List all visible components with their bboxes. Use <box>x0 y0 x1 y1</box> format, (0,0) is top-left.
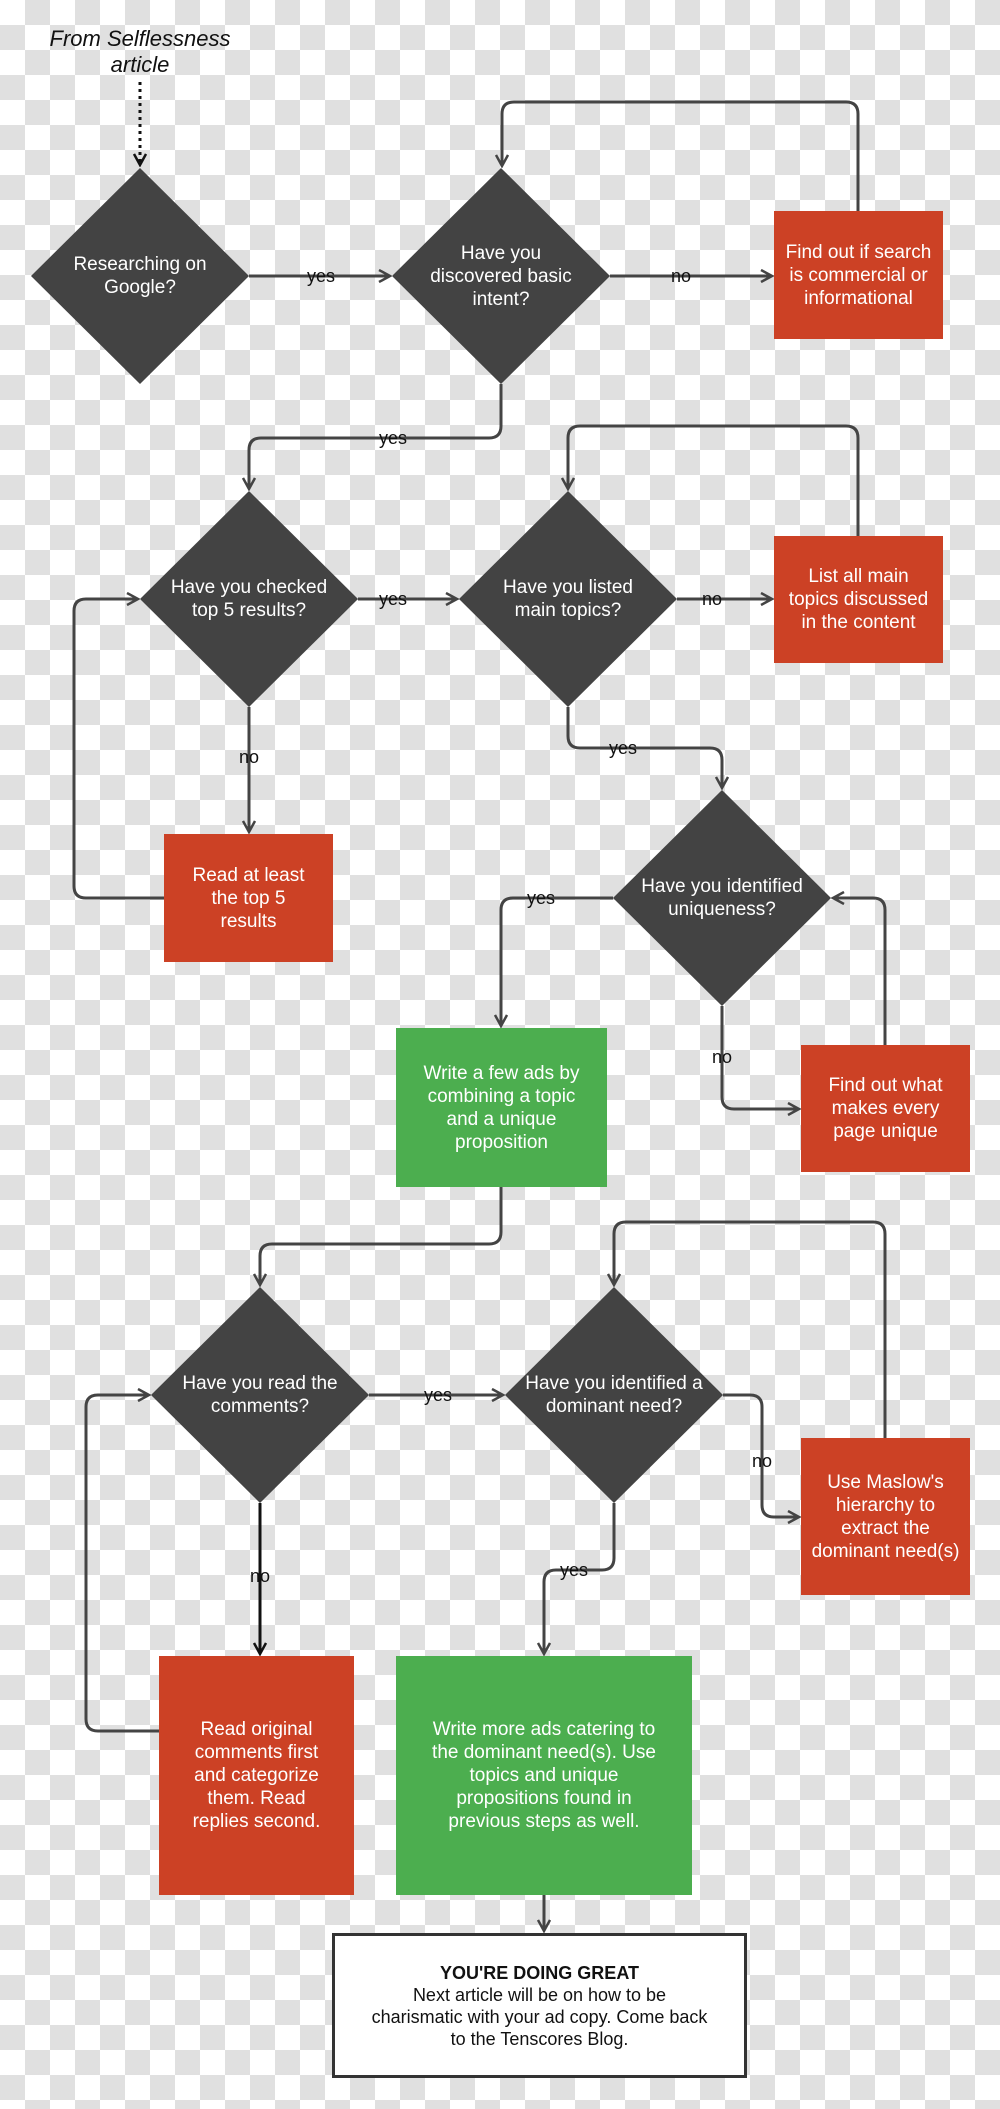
decision-topics: Have you listed main topics? <box>503 577 633 621</box>
label-google-intent-yes: yes <box>306 266 336 286</box>
decision-dominant: Have you identified a dominant need? <box>525 1373 703 1417</box>
label-top5-read-no: no <box>238 747 260 767</box>
decision-google: Researching on Google? <box>73 254 207 298</box>
decision-intent: Have you discovered basic intent? <box>430 242 572 310</box>
connector-listtopics-loop <box>568 424 860 536</box>
result-write-more-ads: Write more ads catering to the dominant … <box>396 1656 692 1895</box>
entry-caption-line2: article <box>110 52 170 77</box>
action-unique-page: Find out what makes every page unique <box>801 1045 970 1172</box>
connector-intent-top5 <box>249 384 503 489</box>
connector-readcomments-loop <box>84 1395 159 1733</box>
entry-caption: From Selflessness article <box>30 26 250 78</box>
result-write-ads: Write a few ads by combining a topic and… <box>396 1028 607 1187</box>
final-title: YOU'RE DOING GREAT <box>440 1962 639 1983</box>
action-read-top5: Read at least the top 5 results <box>164 834 333 962</box>
connector-uniqueness-writeads <box>501 896 613 1026</box>
action-list-topics: List all main topics discussed in the co… <box>774 536 943 663</box>
entry-caption-line1: From Selflessness <box>49 26 231 51</box>
label-dominant-writemore-yes: yes <box>559 1560 589 1580</box>
connector-commercial-loop <box>502 100 860 211</box>
decision-top5: Have you checked top 5 results? <box>170 577 328 621</box>
connector-uniqueness-uniquepage <box>720 1006 799 1109</box>
decision-comments: Have you read the comments? <box>182 1373 338 1417</box>
label-dominant-maslow-no: no <box>751 1451 773 1471</box>
connector-uniquepage-loop <box>833 898 887 1045</box>
label-intent-commercial-no: no <box>670 266 692 286</box>
action-commercial: Find out if search is commercial or info… <box>774 211 943 339</box>
action-maslow: Use Maslow's hierarchy to extract the do… <box>801 1438 970 1595</box>
label-comments-dominant-yes: yes <box>423 1385 453 1405</box>
label-uniqueness-uniquepage-no: no <box>711 1047 733 1067</box>
connector-read-loop <box>72 599 164 900</box>
label-uniqueness-writeads-yes: yes <box>526 888 556 908</box>
label-topics-listtopics-no: no <box>701 589 723 609</box>
connector-topics-uniqueness <box>566 707 722 788</box>
final-box: YOU'RE DOING GREAT Next article will be … <box>332 1933 747 2078</box>
decision-uniqueness: Have you identified uniqueness? <box>641 876 803 920</box>
label-comments-readcomments-no: no <box>249 1566 271 1586</box>
label-topics-uniqueness-yes: yes <box>608 738 638 758</box>
label-intent-top5-yes: yes <box>378 428 408 448</box>
final-body: Next article will be on how to be charis… <box>371 1984 708 2049</box>
connector-writeads-comments <box>260 1187 503 1285</box>
label-top5-topics-yes: yes <box>378 589 408 609</box>
action-read-comments: Read original comments first and categor… <box>159 1656 354 1895</box>
